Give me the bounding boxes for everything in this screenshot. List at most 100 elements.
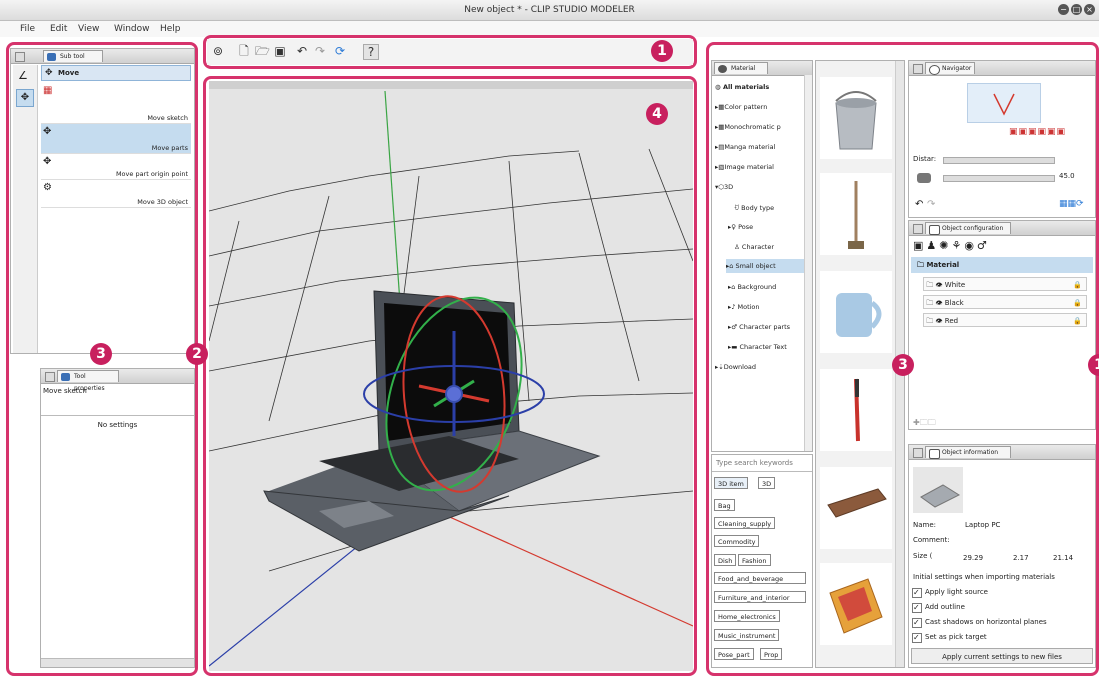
lock-icon[interactable]: 🔒	[1073, 278, 1082, 292]
refresh-icon[interactable]: ⟳	[333, 44, 347, 58]
panel-grip-icon[interactable]	[913, 448, 923, 458]
panel-grip-icon[interactable]	[45, 372, 55, 382]
checkbox-checked-icon: ✓	[912, 588, 922, 598]
menu-help[interactable]: Help	[160, 24, 181, 34]
tab-object-information[interactable]: Object information	[925, 446, 1011, 459]
search-input[interactable]: Type search keywords	[712, 455, 812, 472]
move-parts-icon: ✥	[43, 126, 52, 137]
menu-view[interactable]: View	[78, 24, 99, 34]
close-button[interactable]: ×	[1084, 4, 1095, 15]
tree-character[interactable]: ♙ Character	[734, 243, 774, 251]
config-add-icons[interactable]: ✚🗀🗀	[913, 417, 936, 429]
open-file-icon[interactable]: 🗁	[255, 44, 270, 58]
thumbnail-mug[interactable]	[820, 271, 892, 353]
subtool-group-header[interactable]: ✥ Move	[41, 65, 191, 81]
layer-red[interactable]: 🗀 👁 Red 🔒	[923, 313, 1087, 327]
panel-grip-icon[interactable]	[913, 64, 923, 74]
redo-icon[interactable]: ↷	[313, 44, 327, 58]
subtool-item-move-parts[interactable]: ✥ Move parts	[41, 124, 191, 154]
tag-food-beverage[interactable]: Food_and_beverage	[714, 572, 806, 584]
tree-color-pattern[interactable]: ▸▦Color pattern	[715, 103, 767, 111]
panel-grip-icon[interactable]	[913, 224, 923, 234]
tag-3d-item[interactable]: 3D item	[714, 477, 748, 489]
tree-all-materials[interactable]: ◍ All materials	[715, 83, 769, 91]
layer-black[interactable]: 🗀 👁 Black 🔒	[923, 295, 1087, 309]
help-icon[interactable]: ?	[363, 44, 379, 60]
layer-white[interactable]: 🗀 👁 White 🔒	[923, 277, 1087, 291]
tag-cleaning-supply[interactable]: Cleaning_supply	[714, 517, 776, 529]
tag-pose-part[interactable]: Pose_part	[714, 648, 754, 660]
tree-manga[interactable]: ▸▤Manga material	[715, 143, 775, 151]
tab-tool-properties[interactable]: Tool properties	[57, 370, 119, 392]
nav-redo-icon[interactable]: ↷	[927, 199, 935, 210]
config-root-material[interactable]: 🗀 Material	[911, 257, 1093, 273]
tree-character-parts[interactable]: ▸♂ Character parts	[728, 323, 790, 331]
tag-commodity[interactable]: Commodity	[714, 535, 760, 547]
tool-properties-header: Tool properties	[41, 369, 194, 392]
angle-tool-icon[interactable]: ∠	[18, 69, 28, 82]
x-axis-line	[413, 500, 693, 627]
tree-download[interactable]: ▸⇣Download	[715, 363, 756, 371]
undo-icon[interactable]: ↶	[295, 44, 309, 58]
object-info-tab-icon	[929, 449, 940, 459]
tree-monochromatic[interactable]: ▸▦Monochromatic p	[715, 123, 781, 131]
tab-subtool[interactable]: Sub tool	[43, 50, 103, 62]
tag-home-electronics[interactable]: Home_electronics	[714, 610, 780, 622]
lock-icon[interactable]: 🔒	[1073, 296, 1082, 310]
tree-background[interactable]: ▸⌂ Background	[728, 283, 776, 291]
tag-dish[interactable]: Dish	[714, 554, 737, 566]
subtool-item-move-part-origin[interactable]: ✥ Move part origin point	[41, 154, 191, 180]
angle-value[interactable]: 45.0	[1059, 172, 1075, 180]
camera-presets-icons[interactable]: ▣▣▣▣▣▣	[1009, 127, 1066, 137]
navigator-preview[interactable]	[967, 83, 1041, 123]
option-pick-target[interactable]: ✓ Set as pick target	[912, 632, 987, 643]
canvas-viewport[interactable]	[209, 81, 693, 671]
tree-small-object[interactable]: ▸⌂ Small object	[726, 259, 810, 273]
tool-properties-scrollbar[interactable]	[41, 658, 194, 667]
nav-reset-icons[interactable]: ▦▦⟳	[1059, 199, 1084, 209]
thumbnail-broom[interactable]	[820, 173, 892, 255]
lock-icon[interactable]: 🔒	[1073, 314, 1082, 328]
tree-scrollbar[interactable]	[804, 75, 812, 451]
new-file-icon[interactable]: 🗋	[237, 44, 251, 58]
menu-file[interactable]: File	[20, 24, 35, 34]
subtool-item-move-sketch[interactable]: ▦ Move sketch	[41, 83, 191, 124]
tree-motion[interactable]: ▸♪ Motion	[728, 303, 760, 311]
tag-music-instrument[interactable]: Music_instrument	[714, 629, 780, 641]
tag-fashion[interactable]: Fashion	[738, 554, 771, 566]
tag-prop[interactable]: Prop	[760, 648, 783, 660]
option-add-outline[interactable]: ✓ Add outline	[912, 602, 965, 613]
tree-body-type[interactable]: ꀀ Body type	[734, 203, 774, 212]
move-tool-icon[interactable]: ✥	[16, 89, 34, 107]
menu-window[interactable]: Window	[114, 24, 150, 34]
thumbnail-book[interactable]	[820, 563, 892, 645]
angle-slider[interactable]	[943, 175, 1055, 182]
tree-character-text[interactable]: ▸▬ Character Text	[728, 343, 787, 351]
maximize-button[interactable]: □	[1071, 4, 1082, 15]
tree-3d[interactable]: ▾⬡3D	[715, 183, 733, 191]
thumbnail-pencil-case[interactable]	[820, 467, 892, 549]
config-type-icons[interactable]: ▣♟✺⚘◉♂	[913, 239, 990, 252]
minimize-button[interactable]: −	[1058, 4, 1069, 15]
tree-pose[interactable]: ▸♀ Pose	[728, 223, 753, 231]
tag-furniture-interior[interactable]: Furniture_and_interior	[714, 591, 806, 603]
option-cast-shadows[interactable]: ✓ Cast shadows on horizontal planes	[912, 617, 1047, 628]
tag-3d[interactable]: 3D	[758, 477, 776, 489]
apply-settings-button[interactable]: Apply current settings to new files	[911, 648, 1093, 664]
thumbnail-bucket[interactable]	[820, 77, 892, 159]
navigator-header: Navigator	[909, 61, 1095, 76]
thumbnail-pen[interactable]	[820, 369, 892, 451]
distance-slider[interactable]	[943, 157, 1055, 164]
option-apply-light[interactable]: ✓ Apply light source	[912, 587, 988, 598]
menu-edit[interactable]: Edit	[50, 24, 67, 34]
tag-bag[interactable]: Bag	[714, 499, 735, 511]
tab-object-configuration[interactable]: Object configuration	[925, 222, 1011, 235]
nav-undo-icon[interactable]: ↶	[915, 199, 923, 210]
subtool-item-move-3d-object[interactable]: ⚙ Move 3D object	[41, 180, 191, 208]
tree-image[interactable]: ▸▧Image material	[715, 163, 774, 171]
panel-grip-icon[interactable]	[15, 52, 25, 62]
save-icon[interactable]: ▣	[273, 44, 287, 58]
tab-navigator[interactable]: Navigator	[925, 62, 975, 75]
object-icon[interactable]: ⊚	[211, 44, 225, 58]
tab-material[interactable]: Material	[714, 62, 768, 74]
